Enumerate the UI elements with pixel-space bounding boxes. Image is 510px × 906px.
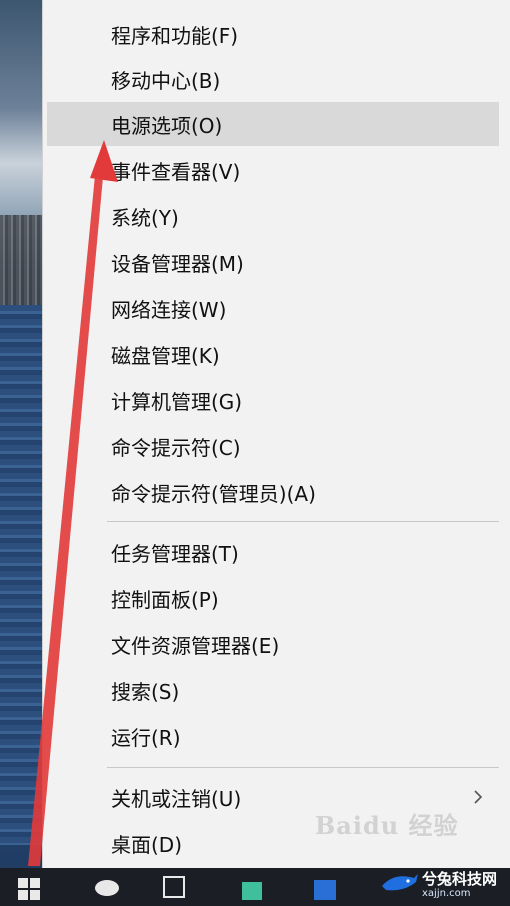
menu-item-label: 命令提示符(管理员)(A) [111, 481, 316, 506]
menu-item-label: 系统(Y) [111, 205, 179, 230]
menu-item-label: 搜索(S) [111, 679, 180, 704]
menu-item-label: 事件查看器(V) [111, 159, 241, 184]
media-app-icon[interactable] [310, 874, 340, 900]
menu-item-disk-management[interactable]: 磁盘管理(K) [47, 332, 499, 376]
menu-item-file-explorer[interactable]: 文件资源管理器(E) [47, 622, 499, 666]
menu-item-label: 移动中心(B) [111, 68, 221, 93]
menu-item-system[interactable]: 系统(Y) [47, 194, 499, 238]
desktop-water [0, 305, 42, 845]
menu-item-label: 运行(R) [111, 725, 181, 750]
menu-item-label: 控制面板(P) [111, 587, 219, 612]
menu-separator [107, 521, 499, 522]
chevron-right-icon [474, 790, 483, 804]
menu-item-label: 电源选项(O) [111, 113, 223, 138]
menu-item-label: 关机或注销(U) [111, 786, 242, 811]
menu-item-mobility-center[interactable]: 移动中心(B) [47, 57, 499, 101]
menu-item-power-options[interactable]: 电源选项(O) [47, 102, 499, 146]
menu-item-label: 桌面(D) [111, 832, 183, 857]
menu-item-label: 文件资源管理器(E) [111, 633, 280, 658]
menu-item-computer-management[interactable]: 计算机管理(G) [47, 378, 499, 422]
desktop-city-skyline [0, 215, 42, 305]
menu-item-task-manager[interactable]: 任务管理器(T) [47, 530, 499, 574]
menu-item-label: 任务管理器(T) [111, 541, 239, 566]
menu-item-control-panel[interactable]: 控制面板(P) [47, 576, 499, 620]
menu-item-label: 网络连接(W) [111, 297, 227, 322]
windows-start-icon[interactable] [18, 878, 40, 900]
baidu-watermark: Baidu 经验 [315, 811, 459, 840]
menu-item-search[interactable]: 搜索(S) [47, 668, 499, 712]
winx-context-menu: 程序和功能(F) 移动中心(B) 电源选项(O) 事件查看器(V) 系统(Y) … [42, 0, 510, 868]
menu-item-run[interactable]: 运行(R) [47, 714, 499, 758]
menu-item-programs-features[interactable]: 程序和功能(F) [47, 12, 499, 56]
menu-item-event-viewer[interactable]: 事件查看器(V) [47, 148, 499, 192]
menu-item-label: 程序和功能(F) [111, 23, 239, 48]
store-app-icon[interactable] [238, 874, 268, 900]
site-name: 兮兔科技网 [422, 870, 498, 888]
task-view-icon[interactable] [160, 874, 190, 900]
menu-separator [107, 767, 499, 768]
menu-item-label: 磁盘管理(K) [111, 343, 220, 368]
menu-item-label: 命令提示符(C) [111, 435, 241, 460]
menu-item-device-manager[interactable]: 设备管理器(M) [47, 240, 499, 284]
menu-item-command-prompt-admin[interactable]: 命令提示符(管理员)(A) [47, 470, 499, 514]
site-badge: 兮兔科技网 xajjn.com [372, 866, 510, 906]
menu-item-network-connections[interactable]: 网络连接(W) [47, 286, 499, 330]
cloud-app-icon[interactable] [92, 874, 122, 900]
menu-item-label: 设备管理器(M) [111, 251, 244, 276]
site-url: xajjn.com [422, 888, 471, 899]
shark-logo-icon [382, 874, 418, 891]
menu-item-label: 计算机管理(G) [111, 389, 243, 414]
menu-item-command-prompt[interactable]: 命令提示符(C) [47, 424, 499, 468]
